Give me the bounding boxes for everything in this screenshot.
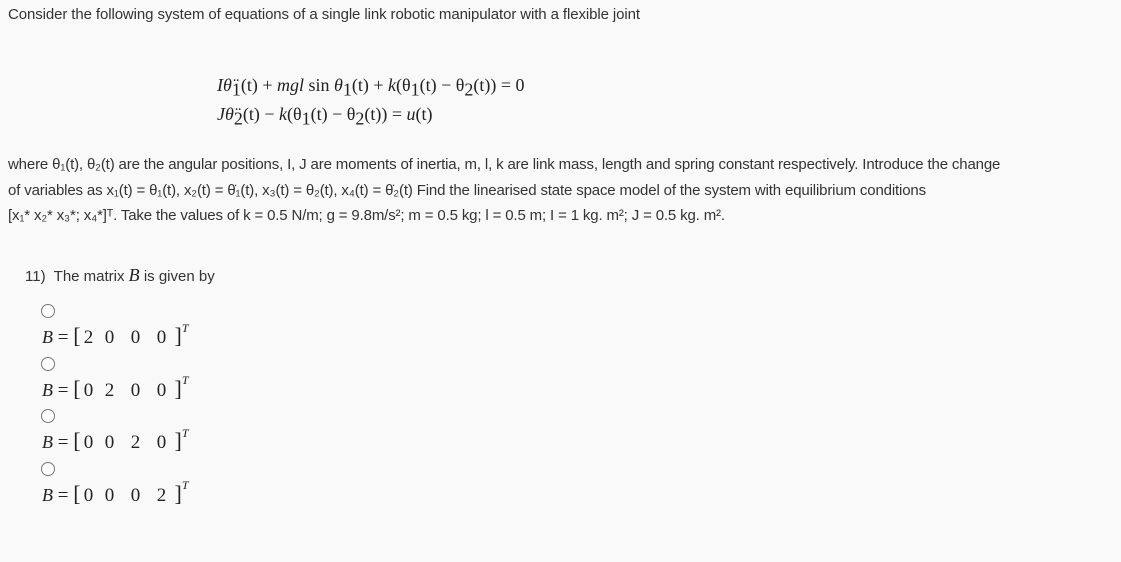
matrix-entry: 0 bbox=[104, 432, 115, 453]
matrix-entry: 0 bbox=[130, 379, 141, 401]
matrix-entry: 0 bbox=[83, 379, 94, 401]
option-formula: B = [0 0 0 2]T bbox=[42, 478, 189, 506]
transpose-sup: T bbox=[181, 373, 189, 388]
radio-button[interactable] bbox=[41, 409, 55, 423]
eq1-t: (t) + bbox=[240, 75, 277, 95]
eq1-t: (t) + bbox=[351, 75, 388, 95]
matrix-entry: 0 bbox=[156, 379, 167, 401]
equation-system: Iθ̈1(t) + mgl sin θ1(t) + k(θ1(t) − θ2(t… bbox=[217, 71, 525, 129]
eq2-k: k bbox=[278, 104, 287, 124]
radio-button[interactable] bbox=[41, 304, 55, 318]
option-formula: B = [0 0 2 0]T bbox=[42, 425, 189, 453]
matrix-entry: 2 bbox=[104, 379, 115, 401]
eq2-sub: 2 bbox=[233, 108, 243, 129]
matrix-symbol: B bbox=[42, 432, 53, 452]
matrix-entry: 0 bbox=[156, 327, 167, 348]
question-number: 11) bbox=[25, 268, 46, 285]
problem-intro: Consider the following system of equatio… bbox=[8, 6, 640, 23]
matrix-entry: 2 bbox=[156, 484, 167, 506]
eq1-theta-ddot: θ̈ bbox=[223, 75, 232, 95]
option-formula: B = [2 0 0 0]T bbox=[42, 320, 189, 348]
eq2-rest: (θ bbox=[286, 104, 302, 124]
eq1-sub: 1 bbox=[410, 79, 420, 100]
description-line-2: of variables as x₁(t) = θ₁(t), x₂(t) = θ… bbox=[8, 181, 926, 199]
question-symbol: B bbox=[128, 265, 140, 285]
eq1-theta: θ bbox=[334, 75, 343, 95]
eq2-sub: 1 bbox=[301, 108, 311, 129]
option-formula: B = [0 2 0 0]T bbox=[42, 373, 189, 401]
matrix-entry: 0 bbox=[156, 432, 167, 453]
description-line-1: where θ₁(t), θ₂(t) are the angular posit… bbox=[8, 156, 1001, 173]
matrix-symbol: B bbox=[42, 327, 53, 347]
matrix-entry: 0 bbox=[104, 484, 115, 506]
matrix-entry: 0 bbox=[130, 327, 141, 348]
eq2-inertia: J bbox=[217, 104, 225, 124]
matrix-entry: 0 bbox=[130, 484, 141, 506]
eq2-t: (t) − bbox=[242, 104, 279, 124]
question-text-before: The matrix bbox=[53, 268, 129, 285]
eq1-sub: 1 bbox=[342, 79, 352, 100]
description-line-3: [x₁* x₂* x₃*; x₄*]ᵀ. Take the values of … bbox=[8, 207, 725, 224]
eq2-rest: (t) − θ bbox=[310, 104, 356, 124]
matrix-entry: 0 bbox=[83, 432, 94, 453]
equation-1: Iθ̈1(t) + mgl sin θ1(t) + k(θ1(t) − θ2(t… bbox=[217, 71, 525, 100]
eq1-rest: (t)) = 0 bbox=[473, 75, 525, 95]
equation-2: Jθ̈2(t) − k(θ1(t) − θ2(t)) = u(t) bbox=[217, 100, 525, 129]
eq1-mgl: mgl bbox=[276, 75, 304, 95]
question-title: 11) The matrix B is given by bbox=[25, 265, 215, 286]
radio-button[interactable] bbox=[41, 461, 55, 476]
transpose-sup: T bbox=[181, 478, 189, 493]
eq2-rest: (t) bbox=[415, 104, 433, 124]
eq2-theta-ddot: θ̈ bbox=[225, 104, 234, 124]
transpose-sup: T bbox=[181, 425, 189, 440]
question-text-after: is given by bbox=[139, 268, 215, 285]
matrix-entry: 2 bbox=[83, 327, 94, 348]
eq1-sin: sin bbox=[303, 75, 334, 95]
eq1-k: k bbox=[387, 75, 396, 95]
matrix-entry: 0 bbox=[83, 484, 94, 506]
matrix-symbol: B bbox=[42, 379, 53, 400]
matrix-entry: 2 bbox=[130, 432, 141, 453]
radio-button[interactable] bbox=[41, 356, 55, 371]
eq2-u: u bbox=[406, 104, 416, 124]
problem-description: where θ₁(t), θ₂(t) are the angular posit… bbox=[8, 152, 1118, 229]
eq1-rest: (θ bbox=[395, 75, 411, 95]
eq2-rest: (t)) = bbox=[364, 104, 407, 124]
matrix-entry: 0 bbox=[104, 327, 115, 348]
eq1-sub: 1 bbox=[231, 79, 241, 100]
matrix-symbol: B bbox=[42, 484, 53, 505]
transpose-sup: T bbox=[181, 320, 189, 335]
eq1-rest: (t) − θ bbox=[419, 75, 465, 95]
